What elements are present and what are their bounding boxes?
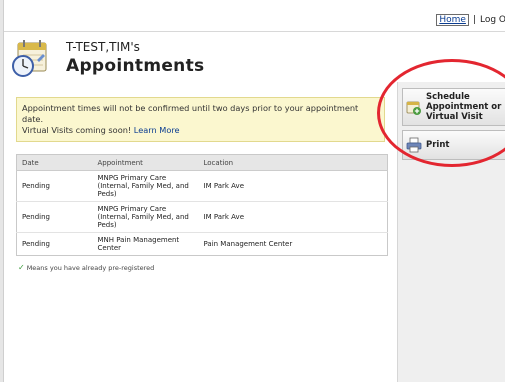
cell-location: IM Park Ave: [198, 201, 388, 233]
virtual-visits-text: Virtual Visits coming soon!: [22, 125, 132, 135]
page-title: Appointments: [66, 56, 205, 76]
schedule-appointment-button[interactable]: Schedule Appointment or Virtual Visit: [402, 88, 505, 126]
logout-link[interactable]: Log O: [480, 15, 505, 25]
learn-more-link[interactable]: Learn More: [134, 125, 180, 135]
side-column: Schedule Appointment or Virtual Visit Pr…: [397, 82, 505, 382]
table-row[interactable]: Pending MNH Pain Management Center Pain …: [17, 233, 388, 256]
column-header-location: Location: [198, 154, 388, 171]
cell-date: Pending: [16, 201, 93, 233]
cell-location: IM Park Ave: [198, 170, 388, 202]
top-divider: [4, 31, 505, 32]
cell-appointment: MNPG Primary Care (Internal, Family Med,…: [92, 170, 199, 202]
top-nav: Home | Log O: [4, 0, 505, 34]
table-row[interactable]: Pending MNPG Primary Care (Internal, Fam…: [16, 201, 388, 233]
print-button-label: Print: [426, 140, 450, 150]
printer-icon: [406, 137, 422, 153]
column-header-date: Date: [16, 154, 93, 171]
cell-appointment: MNH Pain Management Center: [97, 236, 180, 252]
cell-date: Pending: [22, 240, 50, 248]
home-link[interactable]: Home: [436, 14, 469, 26]
schedule-button-label: Schedule Appointment or Virtual Visit: [426, 92, 502, 122]
notice-box: Appointment times will not be confirmed …: [16, 97, 385, 142]
appointments-table: Date Appointment Location Pending MNPG P…: [16, 154, 388, 256]
notice-virtual-line: Virtual Visits coming soon! Learn More: [22, 125, 379, 136]
print-button[interactable]: Print: [402, 130, 505, 160]
preregistered-check-icon: ✓: [18, 263, 25, 272]
preregistered-legend: ✓ Means you have already pre-registered: [18, 263, 154, 272]
cell-location: Pain Management Center: [203, 240, 293, 248]
patient-name: T-TEST,TIM's: [66, 40, 140, 54]
cell-appointment: MNPG Primary Care (Internal, Family Med,…: [92, 201, 199, 233]
table-row[interactable]: Pending MNPG Primary Care (Internal, Fam…: [16, 170, 388, 202]
nav-separator: |: [472, 15, 476, 25]
calendar-clock-icon: [12, 40, 47, 77]
legend-text: Means you have already pre-registered: [26, 263, 155, 272]
calendar-add-icon: [406, 101, 421, 115]
page: Home | Log O T-TEST,TIM's Appointments App…: [3, 0, 505, 382]
top-links: Home | Log O: [436, 14, 505, 26]
table-header-row: Date Appointment Location: [16, 154, 388, 171]
column-header-appointment: Appointment: [92, 154, 199, 171]
notice-text: Appointment times will not be confirmed …: [22, 103, 359, 124]
cell-date: Pending: [16, 170, 93, 202]
